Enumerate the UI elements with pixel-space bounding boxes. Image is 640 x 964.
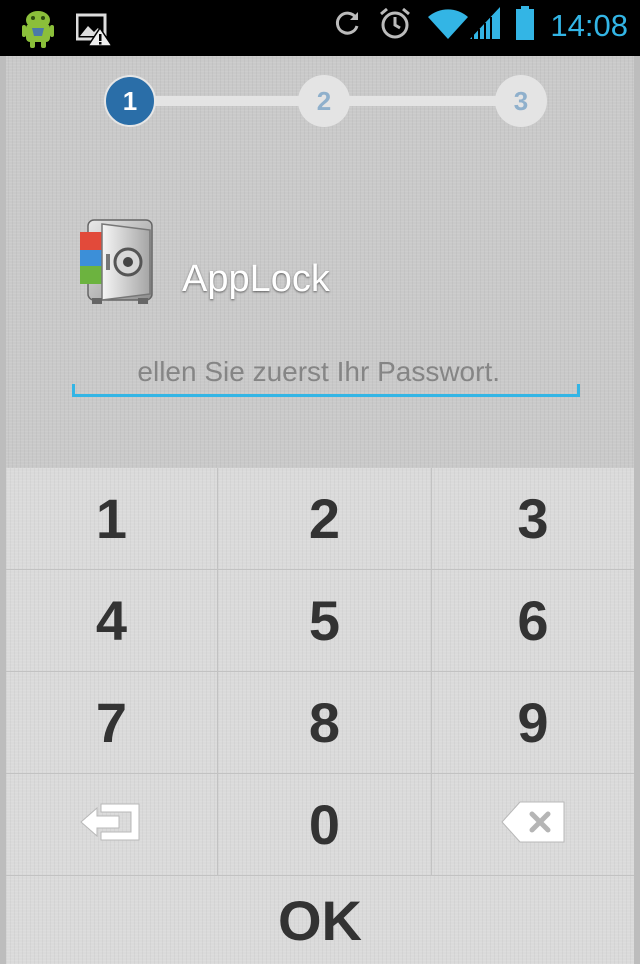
key-0[interactable]: 0 [218,774,432,876]
step-3-indicator: 3 [495,75,547,127]
status-left [22,10,114,53]
sync-icon [332,8,362,43]
status-time: 14:08 [550,7,628,43]
battery-icon [516,6,535,45]
password-input[interactable]: ellen Sie zuerst Ihr Passwort. [72,344,580,398]
key-4[interactable]: 4 [6,570,218,672]
password-input-text: ellen Sie zuerst Ihr Passwort. [137,356,500,387]
exit-back-icon [79,792,145,857]
wifi-icon [428,7,469,44]
key-8[interactable]: 8 [218,672,432,774]
screen: 14:08 1 2 3 AppLock ellen Sie zuerst Ihr… [0,0,640,964]
key-3[interactable]: 3 [432,468,634,570]
right-edge [634,56,640,964]
android-icon [22,10,54,53]
image-warning-icon [75,12,114,51]
exit-button[interactable] [6,774,218,876]
app-title: AppLock [182,258,330,300]
backspace-icon [500,792,566,857]
signal-icon [470,7,501,44]
password-input-underline-right [577,384,580,396]
key-9[interactable]: 9 [432,672,634,774]
alarm-icon [378,6,412,45]
key-5[interactable]: 5 [218,570,432,672]
left-edge [0,56,6,964]
key-2[interactable]: 2 [218,468,432,570]
step-2-indicator: 2 [298,75,350,127]
status-right: 14:08 [332,6,628,45]
key-6[interactable]: 6 [432,570,634,672]
status-bar: 14:08 [0,0,640,56]
backspace-button[interactable] [432,774,634,876]
numeric-keypad: 1 2 3 4 5 6 7 8 9 0 OK [6,468,634,964]
password-input-underline-left [72,384,75,396]
safe-vault-icon [76,214,166,311]
key-1[interactable]: 1 [6,468,218,570]
ok-button[interactable]: OK [6,876,634,964]
key-7[interactable]: 7 [6,672,218,774]
step-1-indicator: 1 [104,75,156,127]
password-input-underline [72,394,580,397]
